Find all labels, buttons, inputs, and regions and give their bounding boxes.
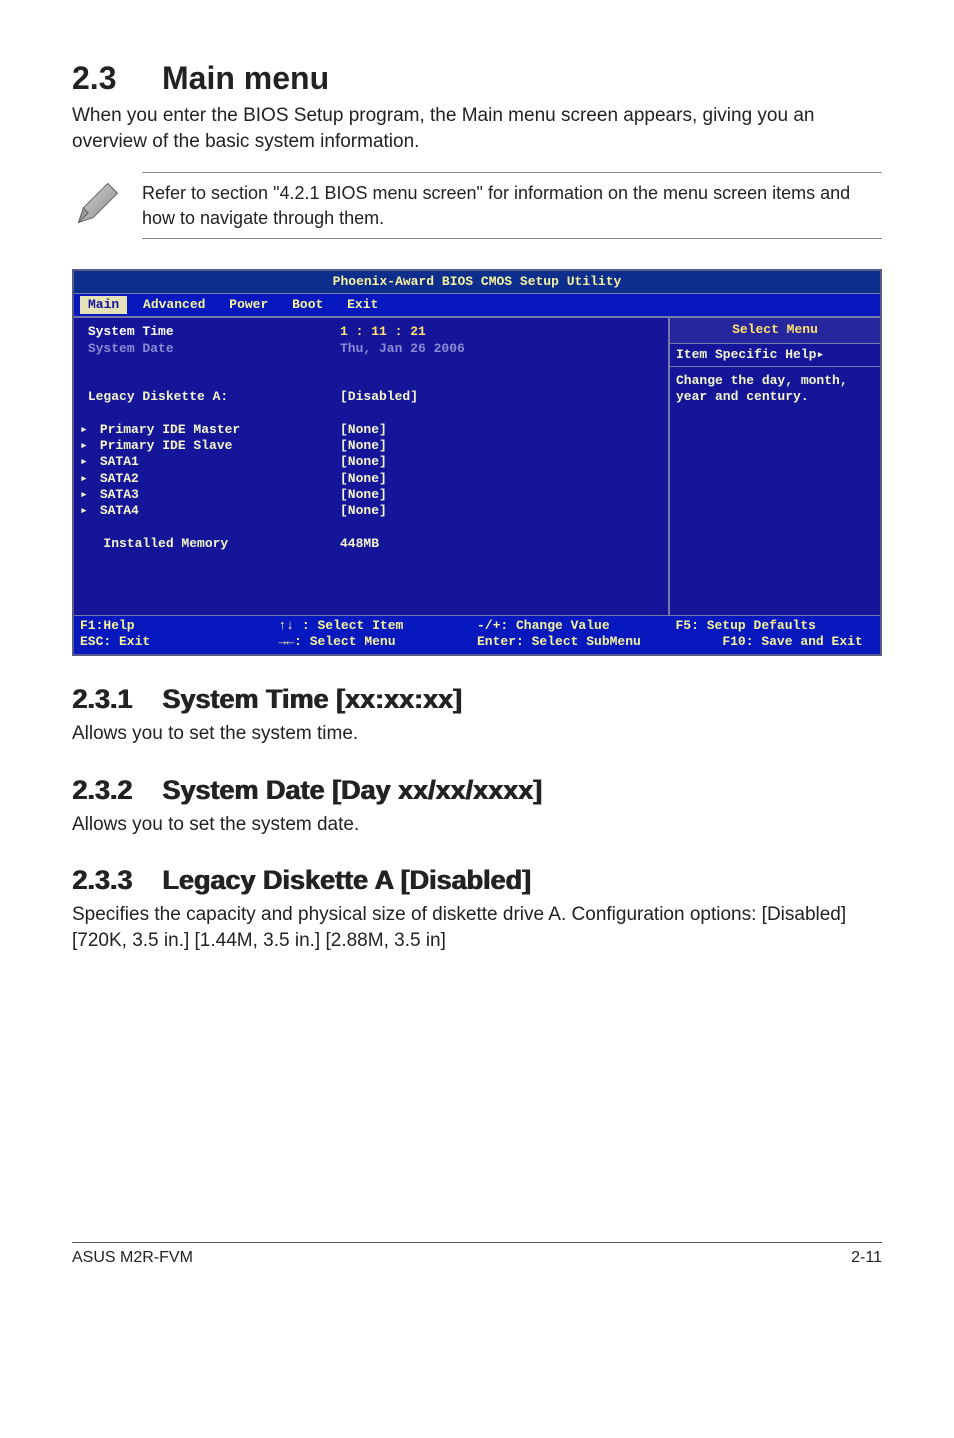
tab-main[interactable]: Main	[80, 296, 127, 314]
note-callout: Refer to section "4.2.1 BIOS menu screen…	[72, 172, 882, 239]
field-installed-memory-label: Installed Memory	[80, 536, 340, 552]
spacer	[80, 584, 340, 600]
footer-f1: F1:Help	[80, 618, 135, 633]
spacer	[80, 406, 340, 422]
bios-footer: F1:Help ESC: Exit ↑↓ : Select Item →←: S…	[74, 615, 880, 655]
field-legacy-diskette-value[interactable]: [Disabled]	[340, 389, 664, 405]
field-system-date-label[interactable]: System Date	[80, 341, 340, 357]
help-panel-subtitle: Item Specific Help	[676, 347, 816, 362]
spacer	[340, 519, 664, 535]
footer-updown: ↑↓ : Select Item	[279, 618, 404, 633]
submenu-sata1[interactable]: ▸ SATA1	[80, 454, 340, 470]
value-primary-ide-master: [None]	[340, 422, 664, 438]
spacer	[340, 373, 664, 389]
tab-advanced[interactable]: Advanced	[135, 296, 213, 314]
field-installed-memory-value: 448MB	[340, 536, 664, 552]
field-system-date-value[interactable]: Thu, Jan 26 2006	[340, 341, 664, 357]
intro-paragraph: When you enter the BIOS Setup program, t…	[72, 103, 882, 154]
footer-f5: F5: Setup Defaults	[676, 618, 816, 633]
spacer	[80, 373, 340, 389]
tab-boot[interactable]: Boot	[284, 296, 331, 314]
field-system-time-label[interactable]: System Time	[80, 324, 340, 340]
footer-change: -/+: Change Value	[477, 618, 610, 633]
heading-number: 2.3	[72, 60, 162, 97]
footer-f10: F10: Save and Exit	[722, 634, 862, 649]
bios-screenshot: Phoenix-Award BIOS CMOS Setup Utility Ma…	[72, 269, 882, 656]
section-heading-231: 2.3.1System Time [xx:xx:xx]	[72, 684, 882, 715]
submenu-primary-ide-slave[interactable]: ▸ Primary IDE Slave	[80, 438, 340, 454]
section-body-232: Allows you to set the system date.	[72, 812, 882, 838]
spacer	[80, 519, 340, 535]
submenu-primary-ide-master[interactable]: ▸ Primary IDE Master	[80, 422, 340, 438]
spacer	[80, 357, 340, 373]
section-body-231: Allows you to set the system time.	[72, 721, 882, 747]
tab-power[interactable]: Power	[221, 296, 276, 314]
spacer	[80, 568, 340, 584]
footer-left: ASUS M2R-FVM	[72, 1249, 193, 1267]
footer-leftright: →←: Select Menu	[279, 634, 396, 649]
submenu-sata2[interactable]: ▸ SATA2	[80, 471, 340, 487]
section-body-233: Specifies the capacity and physical size…	[72, 902, 882, 953]
spacer	[340, 406, 664, 422]
tab-exit[interactable]: Exit	[339, 296, 386, 314]
bios-title: Phoenix-Award BIOS CMOS Setup Utility	[74, 271, 880, 293]
value-sata3: [None]	[340, 487, 664, 503]
value-primary-ide-slave: [None]	[340, 438, 664, 454]
footer-enter: Enter: Select SubMenu	[477, 634, 641, 649]
spacer	[80, 552, 340, 568]
chevron-right-icon	[816, 347, 824, 362]
section-heading-232: 2.3.2System Date [Day xx/xx/xxxx]	[72, 775, 882, 806]
pencil-icon	[72, 177, 124, 234]
note-text: Refer to section "4.2.1 BIOS menu screen…	[142, 183, 850, 227]
section-heading-233: 2.3.3Legacy Diskette A [Disabled]	[72, 865, 882, 896]
field-system-time-value[interactable]: 1 : 11 : 21	[340, 324, 664, 340]
bios-menubar: Main Advanced Power Boot Exit	[74, 293, 880, 317]
submenu-sata4[interactable]: ▸ SATA4	[80, 503, 340, 519]
page-title: 2.3Main menu	[72, 60, 882, 97]
value-sata1: [None]	[340, 454, 664, 470]
footer-esc: ESC: Exit	[80, 634, 150, 649]
help-panel-text: Change the day, month, year and century.	[670, 367, 880, 412]
spacer	[340, 357, 664, 373]
help-panel-title: Select Menu	[670, 318, 880, 343]
submenu-sata3[interactable]: ▸ SATA3	[80, 487, 340, 503]
value-sata4: [None]	[340, 503, 664, 519]
page-footer: ASUS M2R-FVM 2-11	[72, 1242, 882, 1267]
heading-text: Main menu	[162, 60, 329, 96]
footer-right: 2-11	[851, 1249, 882, 1267]
value-sata2: [None]	[340, 471, 664, 487]
field-legacy-diskette-label[interactable]: Legacy Diskette A:	[80, 389, 340, 405]
